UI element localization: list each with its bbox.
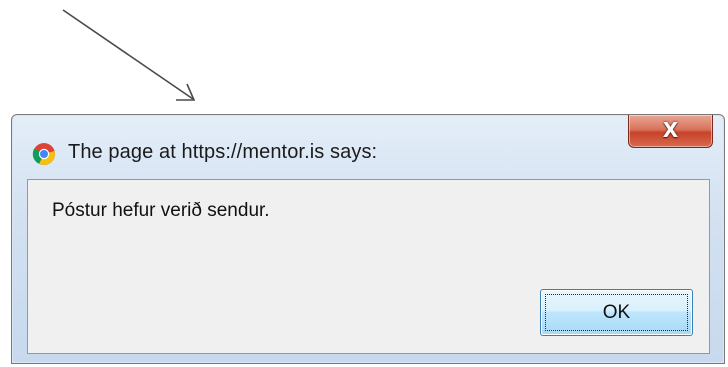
dialog-message: Póstur hefur verið sendur. — [52, 200, 270, 221]
dialog-titlebar: The page at https://mentor.is says: X — [12, 115, 724, 170]
chrome-icon — [32, 143, 55, 165]
dialog-title: The page at https://mentor.is says: — [68, 141, 378, 163]
annotation-arrow-icon — [62, 9, 196, 101]
alert-dialog: The page at https://mentor.is says: X Pó… — [11, 114, 725, 364]
ok-button-label: OK — [602, 302, 631, 323]
close-button[interactable]: X — [628, 115, 713, 148]
close-icon: X — [662, 118, 679, 142]
ok-button[interactable]: OK — [540, 289, 693, 336]
dialog-content: Póstur hefur verið sendur. OK — [27, 179, 710, 354]
screenshot-canvas: The page at https://mentor.is says: X Pó… — [0, 0, 728, 367]
